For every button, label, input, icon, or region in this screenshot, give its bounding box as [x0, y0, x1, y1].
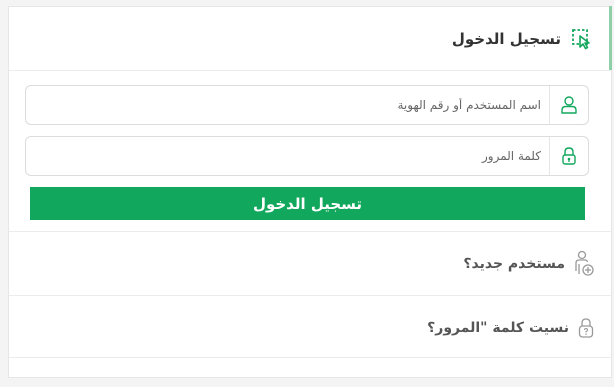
new-user-link[interactable]: مستخدم جديد؟ [9, 231, 611, 295]
lock-icon [549, 137, 588, 175]
new-user-label: مستخدم جديد؟ [463, 255, 565, 272]
add-user-icon [573, 250, 595, 278]
user-icon [549, 86, 588, 124]
login-button[interactable]: تسجيل الدخول [30, 187, 585, 220]
forgot-password-link[interactable]: نسيت كلمة "المرور؟ [9, 295, 611, 359]
forgot-password-label: نسيت كلمة "المرور؟ [427, 319, 569, 336]
page-title: تسجيل الدخول [451, 29, 561, 48]
username-field[interactable] [25, 85, 589, 125]
password-input[interactable] [26, 137, 549, 175]
cursor-select-icon [571, 28, 593, 50]
divider [9, 357, 611, 358]
password-field[interactable] [25, 136, 589, 176]
login-panel: تسجيل الدخول تسجيل الدخول [8, 6, 612, 378]
username-input[interactable] [26, 86, 549, 124]
login-header: تسجيل الدخول [9, 7, 611, 71]
lock-question-icon [577, 317, 595, 339]
